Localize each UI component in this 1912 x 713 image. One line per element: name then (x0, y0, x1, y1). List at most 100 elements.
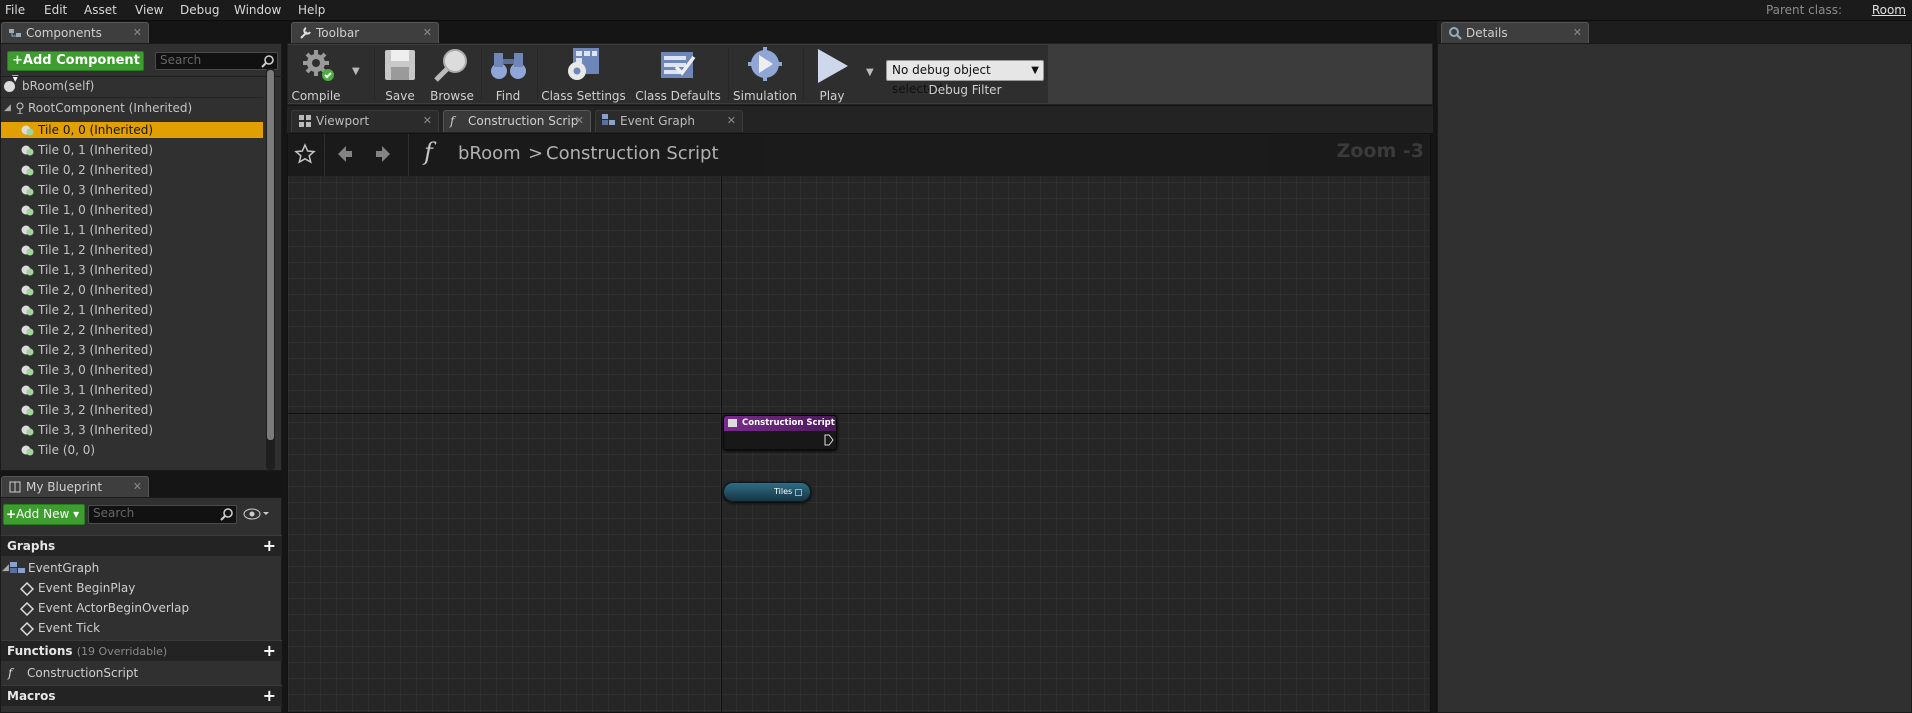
component-item[interactable]: Tile 0, 0 (Inherited) (1, 122, 263, 138)
compile-button[interactable]: Compile (290, 45, 342, 103)
debug-object-select[interactable]: No debug object selected ▼ (886, 60, 1044, 96)
compile-label: Compile (291, 89, 341, 103)
tab-toolbar-label: Toolbar (316, 26, 360, 40)
component-item[interactable]: Tile 3, 3 (Inherited) (1, 422, 263, 438)
breadcrumb-function[interactable]: Construction Script (546, 143, 719, 164)
menu-debug[interactable]: Debug (180, 0, 219, 21)
static-mesh-icon (21, 224, 34, 236)
tab-event-graph[interactable]: Event Graph ✕ (595, 110, 743, 132)
close-icon[interactable]: ✕ (133, 23, 142, 43)
viewport-icon (298, 114, 312, 128)
static-mesh-icon (21, 324, 34, 336)
browse-magnifier-icon (433, 47, 471, 83)
component-item-label: Tile 2, 0 (Inherited) (38, 283, 154, 297)
zoom-level: Zoom -3 (1336, 140, 1424, 162)
component-item[interactable]: Tile 1, 3 (Inherited) (1, 262, 263, 278)
menu-edit[interactable]: Edit (44, 0, 67, 21)
tab-details[interactable]: Details ✕ (1441, 22, 1589, 44)
functions-section-header[interactable]: Functions (19 Overridable) + (1, 640, 282, 661)
add-component-button[interactable]: +Add Component ▾ (7, 51, 144, 86)
components-search-input[interactable]: Search (155, 52, 278, 70)
close-icon[interactable]: ✕ (133, 477, 142, 497)
graphs-section-header[interactable]: Graphs + (1, 535, 282, 556)
forward-arrow-icon[interactable] (374, 144, 394, 164)
static-mesh-icon (21, 124, 34, 136)
simulation-label: Simulation (733, 89, 797, 103)
static-mesh-icon (21, 424, 34, 436)
tab-toolbar[interactable]: Toolbar ✕ (291, 22, 439, 44)
component-item-label: Tile 0, 1 (Inherited) (38, 143, 154, 157)
component-item[interactable]: Tile 3, 2 (Inherited) (1, 402, 263, 418)
tab-my-blueprint[interactable]: My Blueprint ✕ (1, 476, 149, 498)
exec-pin-icon[interactable] (824, 434, 834, 446)
close-icon[interactable]: ✕ (1573, 23, 1582, 43)
static-mesh-icon (21, 204, 34, 216)
variable-label: Tiles (774, 487, 793, 496)
class-settings-button[interactable]: Class Settings (541, 45, 626, 103)
component-item[interactable]: Tile 3, 1 (Inherited) (1, 382, 263, 398)
component-item[interactable]: Tile 2, 1 (Inherited) (1, 302, 263, 318)
browse-button[interactable]: Browse (428, 45, 476, 103)
component-root-label: RootComponent (Inherited) (28, 101, 193, 115)
play-button[interactable]: Play (806, 45, 858, 103)
save-button[interactable]: Save (378, 45, 422, 103)
component-item[interactable]: Tile 2, 2 (Inherited) (1, 322, 263, 338)
event-graph-icon (10, 562, 26, 574)
component-item[interactable]: Tile 3, 0 (Inherited) (1, 362, 263, 378)
component-item[interactable]: Tile 0, 1 (Inherited) (1, 142, 263, 158)
component-item[interactable]: Tile 1, 2 (Inherited) (1, 242, 263, 258)
simulation-button[interactable]: Simulation (731, 45, 799, 103)
add-graph-icon[interactable]: + (263, 536, 276, 556)
save-label: Save (385, 89, 415, 103)
tab-viewport[interactable]: Viewport ✕ (291, 110, 439, 132)
close-icon[interactable]: ✕ (575, 111, 584, 131)
component-item[interactable]: Tile 0, 2 (Inherited) (1, 162, 263, 178)
tab-construction-script[interactable]: f Construction Scrip ✕ (443, 110, 591, 132)
component-item[interactable]: Tile 1, 0 (Inherited) (1, 202, 263, 218)
compile-options-arrow-icon[interactable]: ▼ (352, 66, 360, 77)
add-function-icon[interactable]: + (263, 641, 276, 661)
component-item[interactable]: Tile (0, 0) (1, 442, 263, 458)
component-item[interactable]: Tile 0, 3 (Inherited) (1, 182, 263, 198)
class-defaults-icon (658, 47, 698, 83)
macros-section-header[interactable]: Macros + (1, 685, 282, 706)
tiles-variable-node[interactable]: Tiles (723, 482, 811, 502)
tab-components[interactable]: Components ✕ (1, 22, 149, 44)
menu-file[interactable]: File (5, 0, 25, 21)
class-defaults-button[interactable]: Class Defaults (632, 45, 724, 103)
component-self[interactable]: bRoom(self) (1, 78, 263, 94)
add-new-button[interactable]: +Add New ▾ (3, 504, 85, 525)
menu-view[interactable]: View (135, 0, 163, 21)
breadcrumb-class[interactable]: bRoom (458, 143, 521, 164)
eye-icon[interactable] (243, 507, 271, 521)
static-mesh-icon (21, 264, 34, 276)
components-scrollbar-thumb[interactable] (267, 70, 274, 440)
static-mesh-icon (21, 184, 34, 196)
components-scrollbar-track[interactable] (266, 68, 275, 470)
add-macro-icon[interactable]: + (263, 686, 276, 706)
menu-asset[interactable]: Asset (84, 0, 117, 21)
play-options-arrow-icon[interactable]: ▼ (866, 67, 874, 78)
component-item-label: Tile 3, 1 (Inherited) (38, 383, 154, 397)
array-pin-icon[interactable] (795, 489, 802, 496)
construction-script-node[interactable]: Construction Script (723, 415, 837, 450)
component-item[interactable]: Tile 2, 3 (Inherited) (1, 342, 263, 358)
close-icon[interactable]: ✕ (423, 23, 432, 43)
static-mesh-icon (21, 144, 34, 156)
parent-class-link[interactable]: Room (1872, 0, 1906, 20)
component-item[interactable]: Tile 1, 1 (Inherited) (1, 222, 263, 238)
menu-help[interactable]: Help (298, 0, 325, 21)
favorite-star-icon[interactable] (294, 143, 316, 165)
component-item[interactable]: Tile 2, 0 (Inherited) (1, 282, 263, 298)
back-arrow-icon[interactable] (334, 144, 354, 164)
component-root[interactable]: ◢ RootComponent (Inherited) (1, 100, 263, 116)
tab-components-label: Components (26, 26, 102, 40)
graph-canvas[interactable]: f bRoom > Construction Script Zoom -3 Co… (287, 133, 1431, 713)
blueprint-search-input[interactable]: Search (88, 505, 237, 524)
close-icon[interactable]: ✕ (727, 111, 736, 131)
close-icon[interactable]: ✕ (423, 111, 432, 131)
find-button[interactable]: Find (484, 45, 532, 103)
expand-arrow-icon: ◢ (4, 103, 11, 113)
menu-window[interactable]: Window (234, 0, 281, 21)
static-mesh-icon (21, 304, 34, 316)
